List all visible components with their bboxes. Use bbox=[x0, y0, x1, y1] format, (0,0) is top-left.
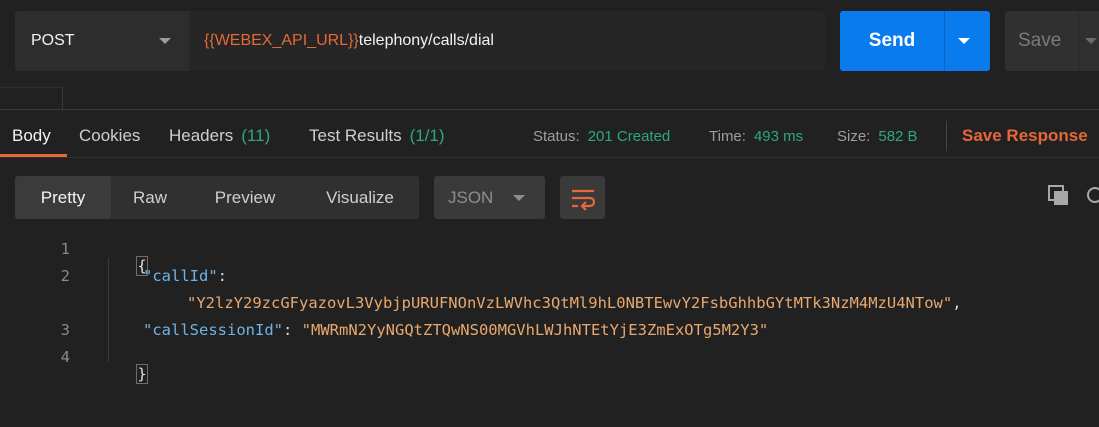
format-tabs: Pretty Raw Preview Visualize bbox=[15, 176, 419, 219]
tab-label: Body bbox=[12, 126, 51, 145]
divider bbox=[62, 87, 63, 109]
send-label: Send bbox=[868, 30, 916, 51]
time-value[interactable]: 493 ms bbox=[754, 128, 803, 145]
language-select[interactable]: JSON bbox=[434, 176, 545, 219]
language-label: JSON bbox=[448, 187, 494, 207]
status-value[interactable]: 201 Created bbox=[588, 128, 671, 145]
pane-resizer[interactable] bbox=[0, 87, 1099, 110]
method-label: POST bbox=[31, 32, 75, 49]
tab-label: Pretty bbox=[40, 187, 86, 207]
send-divider bbox=[944, 11, 945, 71]
chevron-down-icon[interactable] bbox=[1085, 38, 1097, 44]
divider bbox=[0, 157, 1099, 158]
code-line: "Y2lzY29zcGFyazovL3VybjpURUFNOnVzLWVhc3Q… bbox=[187, 294, 962, 312]
tab-label: Test Results bbox=[309, 126, 402, 145]
tab-label: Visualize bbox=[326, 187, 394, 207]
json-comma: , bbox=[952, 294, 962, 312]
close-brace: } bbox=[136, 364, 148, 384]
tab-raw[interactable]: Raw bbox=[111, 176, 189, 219]
code-line: } bbox=[100, 347, 148, 401]
save-divider bbox=[1078, 11, 1079, 71]
line-number: 3 bbox=[60, 321, 70, 339]
line-number: 4 bbox=[60, 348, 70, 366]
status-label: Status: bbox=[533, 127, 580, 145]
tab-headers[interactable]: Headers (11) bbox=[169, 116, 270, 156]
url-path: telephony/calls/dial bbox=[358, 32, 494, 49]
time-label: Time: bbox=[709, 127, 746, 145]
tab-count: (11) bbox=[241, 126, 271, 145]
url-input[interactable]: {{WEBEX_API_URL}} telephony/calls/dial bbox=[189, 11, 825, 71]
status-meta: Status: 201 Created bbox=[533, 116, 670, 156]
wrap-lines-button[interactable] bbox=[560, 176, 605, 219]
tab-label: Raw bbox=[132, 187, 167, 207]
response-body-viewer[interactable]: 1 2 3 4 { "callId": "Y2lzY29zcGFyazovL3V… bbox=[0, 234, 1099, 427]
method-select[interactable]: POST bbox=[15, 11, 189, 71]
save-label: Save bbox=[1018, 30, 1062, 51]
save-response-button[interactable]: Save Response bbox=[962, 116, 1088, 156]
json-colon: : bbox=[282, 321, 293, 339]
tab-label: Headers bbox=[169, 126, 234, 145]
divider bbox=[0, 87, 62, 88]
tab-cookies[interactable]: Cookies bbox=[79, 116, 140, 156]
time-meta: Time: 493 ms bbox=[709, 116, 803, 156]
tab-pretty[interactable]: Pretty bbox=[15, 176, 111, 219]
line-number: 2 bbox=[60, 267, 70, 285]
json-key: "callId" bbox=[143, 267, 218, 285]
size-label: Size: bbox=[837, 127, 871, 145]
search-icon[interactable] bbox=[1085, 184, 1099, 213]
json-string: "MWRmN2YyNGQtZTQwNS00MGVhLWJhNTEtYjE3ZmE… bbox=[301, 321, 769, 339]
chevron-down-icon bbox=[513, 195, 525, 201]
divider bbox=[946, 121, 947, 151]
copy-icon[interactable] bbox=[1047, 184, 1071, 213]
tab-test-results[interactable]: Test Results (1/1) bbox=[309, 116, 445, 156]
size-meta: Size: 582 B bbox=[837, 116, 918, 156]
send-button[interactable]: Send bbox=[840, 11, 990, 71]
tab-count: (1/1) bbox=[409, 126, 445, 145]
wrap-lines-icon bbox=[572, 189, 596, 211]
url-variable: {{WEBEX_API_URL}} bbox=[204, 32, 359, 49]
code-line: "callId": bbox=[143, 267, 227, 285]
json-string: "Y2lzY29zcGFyazovL3VybjpURUFNOnVzLWVhc3Q… bbox=[187, 294, 953, 312]
json-key: "callSessionId" bbox=[143, 321, 283, 339]
tab-visualize[interactable]: Visualize bbox=[301, 176, 419, 219]
tab-label: Preview bbox=[214, 187, 276, 207]
code-line: "callSessionId": "MWRmN2YyNGQtZTQwNS00MG… bbox=[143, 321, 768, 339]
chevron-down-icon[interactable] bbox=[958, 38, 970, 44]
code-line: { bbox=[100, 239, 148, 293]
save-button[interactable]: Save bbox=[1005, 11, 1099, 71]
size-value[interactable]: 582 B bbox=[878, 128, 917, 145]
chevron-down-icon bbox=[159, 38, 171, 44]
line-number: 1 bbox=[60, 240, 70, 258]
tab-label: Cookies bbox=[79, 126, 141, 145]
json-colon: : bbox=[217, 267, 227, 285]
tab-body[interactable]: Body bbox=[12, 116, 51, 156]
tab-preview[interactable]: Preview bbox=[189, 176, 301, 219]
